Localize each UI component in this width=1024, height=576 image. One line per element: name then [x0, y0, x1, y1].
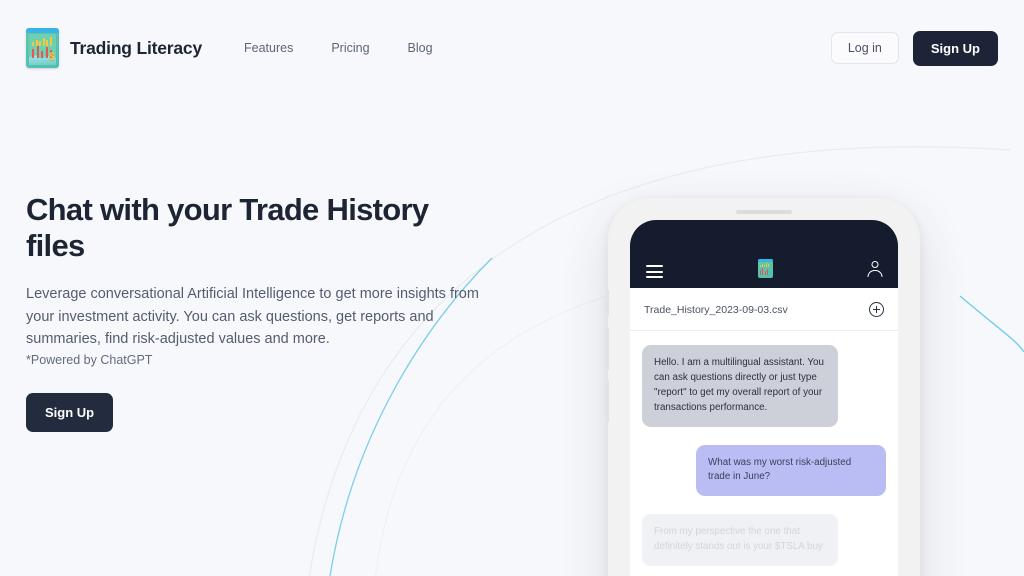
nav-item-features[interactable]: Features	[244, 41, 293, 55]
header-actions: Log in Sign Up	[830, 30, 998, 66]
arc-teal-right	[959, 295, 1024, 353]
hero-description: Leverage conversational Artificial Intel…	[26, 286, 479, 348]
active-file-row: Trade_History_2023-09-03.csv	[630, 288, 898, 331]
hamburger-menu-icon[interactable]	[646, 265, 663, 278]
phone-notch	[705, 220, 823, 241]
app-topbar	[630, 220, 898, 288]
phone-side-button-volume-down	[606, 380, 609, 422]
signup-button-hero[interactable]: Sign Up	[26, 392, 114, 432]
hero-powered-note: *Powered by ChatGPT	[26, 352, 153, 367]
chat-message-list: Hello. I am a multilingual assistant. Yo…	[630, 331, 898, 567]
nav-item-blog[interactable]: Blog	[408, 41, 433, 55]
file-name-label: Trade_History_2023-09-03.csv	[644, 303, 788, 316]
hero-section: Chat with your Trade History files Lever…	[0, 192, 520, 432]
chat-bubble-assistant: Hello. I am a multilingual assistant. Yo…	[642, 345, 838, 427]
trading-book-icon: $	[26, 28, 59, 68]
nav-item-pricing[interactable]: Pricing	[331, 41, 369, 55]
brand-logo[interactable]: $ Trading Literacy	[26, 28, 202, 68]
phone-side-button-mute	[606, 290, 609, 316]
signup-button-header[interactable]: Sign Up	[912, 30, 998, 66]
login-button[interactable]: Log in	[830, 32, 899, 64]
page-title: Chat with your Trade History files	[26, 192, 429, 263]
phone-mockup: Trade_History_2023-09-03.csv Hello. I am…	[606, 198, 920, 576]
main-nav: Features Pricing Blog	[244, 41, 433, 55]
chat-fade-overlay	[630, 566, 898, 576]
plus-circle-icon[interactable]	[869, 302, 884, 317]
chat-bubble-assistant-partial: From my perspective the one that definit…	[642, 514, 838, 567]
brand-name: Trading Literacy	[70, 37, 202, 58]
person-icon[interactable]	[867, 261, 882, 278]
app-logo-icon	[757, 259, 773, 278]
chat-bubble-user: What was my worst risk-adjusted trade in…	[696, 444, 886, 497]
phone-screen: Trade_History_2023-09-03.csv Hello. I am…	[630, 220, 898, 576]
site-header: $ Trading Literacy Features Pricing Blog…	[0, 0, 1024, 96]
phone-side-button-volume-up	[606, 328, 609, 370]
